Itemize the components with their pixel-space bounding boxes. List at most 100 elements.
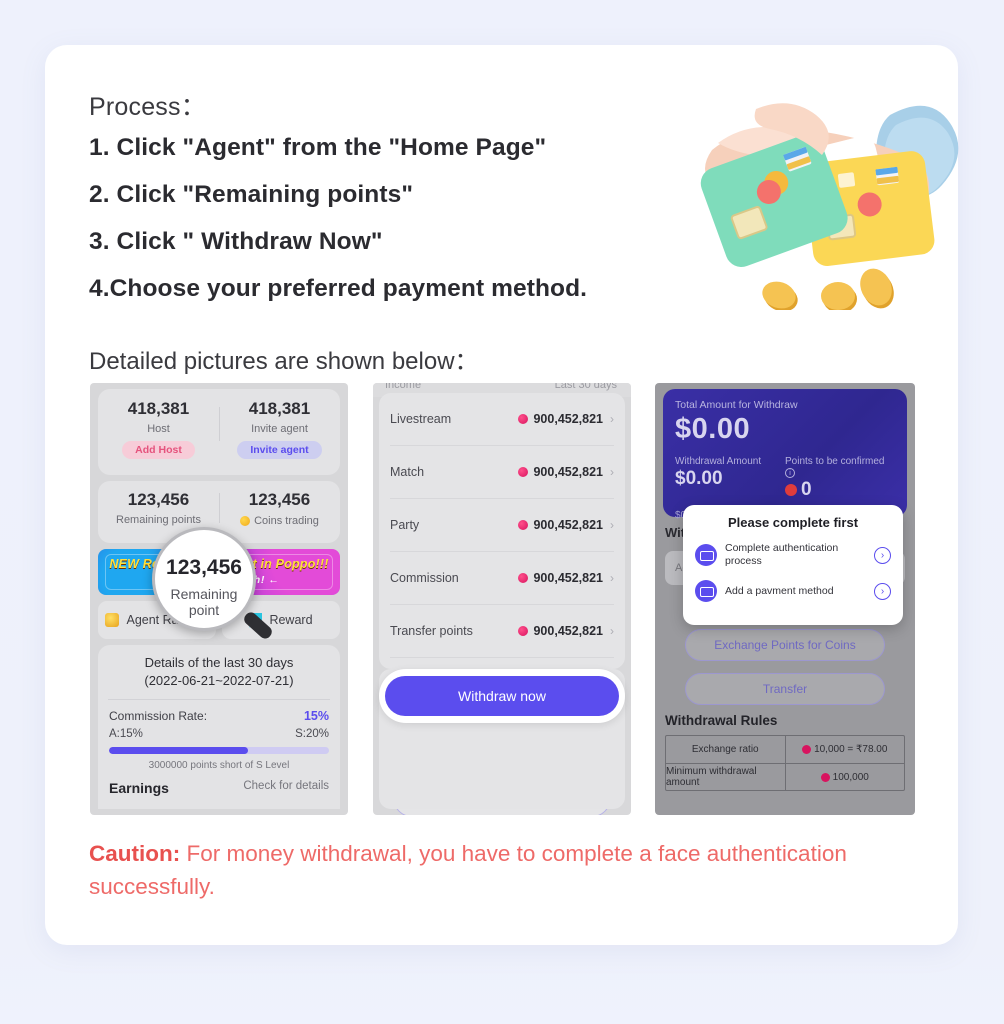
level-next: S:20%	[295, 728, 329, 740]
progress-note: 3000000 points short of S Level	[148, 760, 290, 771]
withdrawal-amount-value: $0.00	[675, 468, 723, 489]
details-panel: Details of the last 30 days (2022-06-21~…	[98, 645, 340, 809]
table-row: Exchange ratio 10,000 = ₹78.00	[666, 736, 904, 763]
magnified-label: Remaining point	[170, 586, 238, 618]
row-value: 900,452,821	[533, 518, 603, 532]
income-header-label: Income	[385, 383, 422, 391]
stat-coins-trading[interactable]: 123,456 Coins trading	[219, 490, 340, 527]
points-to-be-confirmed-label: Points to be confirmed i	[785, 456, 895, 478]
earnings-row[interactable]: Earnings Check for details	[98, 771, 340, 796]
total-amount-value: $0.00	[675, 413, 751, 445]
withdrawal-amount-block: Withdrawal Amount $0.00	[675, 456, 785, 501]
credit-card-icon	[695, 580, 717, 603]
level-progress-bar	[109, 747, 329, 754]
invite-agent-label: Invite agent	[251, 423, 308, 435]
withdraw-now-button[interactable]: Withdraw now	[385, 676, 619, 716]
commission-label: Commission Rate:	[109, 709, 208, 723]
caution-prefix: Caution:	[89, 841, 181, 866]
rule-label: Minimum withdrawal amount	[666, 766, 757, 788]
level-current: A:15%	[109, 728, 143, 740]
screenshot-withdraw-page: Total Amount for Withdraw $0.00 Withdraw…	[655, 383, 915, 815]
info-icon[interactable]: i	[785, 468, 795, 478]
rule-value: 100,000	[832, 771, 869, 783]
points-icon	[518, 626, 529, 636]
stat-invite-agent: 418,381 Invite agent Invite agent	[219, 399, 340, 459]
points-confirm-block: Points to be confirmed i 0	[785, 456, 895, 501]
invite-agent-count: 418,381	[248, 399, 311, 418]
points-icon	[518, 520, 529, 530]
total-amount-label: Total Amount for Withdraw	[675, 399, 798, 411]
dialog-item-payment-method[interactable]: Add a pavment method ›	[695, 580, 891, 603]
table-row[interactable]: Match 900,452,821 ›	[379, 446, 625, 498]
host-count: 418,381	[127, 399, 190, 418]
points-icon	[820, 772, 830, 782]
dialog-item-label: Complete authentication process	[725, 542, 839, 568]
chevron-right-icon: ›	[610, 571, 614, 585]
table-row[interactable]: Commission 900,452,821 ›	[379, 552, 625, 604]
page-root: Process： 1. Click "Agent" from the "Home…	[0, 0, 1004, 1024]
invite-agent-button[interactable]: Invite agent	[237, 441, 322, 459]
magnified-value: 123,456	[166, 556, 242, 579]
level-row: A:15% S:20%	[98, 723, 340, 740]
add-host-button[interactable]: Add Host	[122, 441, 195, 459]
detailed-pictures-title: Detailed pictures are shown below：	[89, 348, 479, 375]
row-value: 900,452,821	[533, 465, 603, 479]
caution-text: For money withdrawal, you have to comple…	[89, 841, 847, 899]
remaining-points-value: 123,456	[127, 490, 190, 509]
coin-icon	[240, 516, 251, 526]
withdraw-now-highlight: Withdraw now	[379, 669, 625, 723]
transfer-button[interactable]: Transfer	[685, 673, 885, 705]
chevron-right-icon: ›	[610, 412, 614, 426]
rule-value-cell: 10,000 = ₹78.00	[784, 736, 905, 763]
id-card-icon	[695, 544, 717, 567]
table-row: Minimum withdrawal amount 100,000	[666, 763, 904, 790]
chevron-right-icon: ›	[610, 624, 614, 638]
points-icon	[518, 467, 529, 477]
rule-value: 10,000 = ₹78.00	[814, 744, 888, 755]
coins-trading-value: 123,456	[248, 490, 311, 509]
withdraw-summary-card: Total Amount for Withdraw $0.00 Withdraw…	[663, 389, 907, 521]
commission-row: Commission Rate: 15%	[98, 700, 340, 723]
table-row[interactable]: Transfer points 900,452,821 ›	[379, 605, 625, 657]
points-icon	[802, 745, 812, 754]
exchange-points-for-coins-button[interactable]: Exchange Points for Coins	[685, 629, 885, 661]
points-icon	[518, 414, 529, 424]
row-label: Livestream	[390, 412, 452, 426]
chevron-right-icon: ›	[610, 518, 614, 532]
step-3: 3. Click " Withdraw Now"	[89, 228, 383, 255]
stat-remaining-points[interactable]: 123,456 Remaining points	[98, 490, 219, 526]
dialog-item-authentication[interactable]: Complete authentication process ›	[695, 542, 891, 568]
table-row[interactable]: Livestream 900,452,821 ›	[379, 393, 625, 445]
withdraw-subrow: Withdrawal Amount $0.00 Points to be con…	[675, 456, 895, 501]
withdrawal-rules-table: Exchange ratio 10,000 = ₹78.00 Minimum w…	[665, 735, 905, 791]
rule-value-cell: 100,000	[784, 764, 905, 790]
points-label-text: Points to be confirmed	[785, 456, 885, 467]
trophy-icon	[105, 613, 120, 627]
chevron-right-circle-icon[interactable]: ›	[874, 582, 891, 600]
details-title: Details of the last 30 days	[144, 655, 294, 670]
points-icon	[785, 484, 797, 496]
table-row[interactable]: Party 900,452,821 ›	[379, 499, 625, 551]
points-to-be-confirmed-value: 0	[801, 479, 812, 500]
details-range: (2022-06-21~2022-07-21)	[144, 673, 294, 688]
row-label: Commission	[390, 571, 459, 585]
row-label: Transfer points	[390, 624, 473, 638]
row-value: 900,452,821	[533, 624, 603, 638]
caution-note: Caution: For money withdrawal, you have …	[89, 838, 929, 903]
coins-trading-label: Coins trading	[254, 515, 319, 527]
process-title: Process：	[89, 93, 206, 121]
points-to-be-confirmed-value-row: 0	[785, 479, 895, 501]
stat-host: 418,381 Host Add Host	[98, 399, 219, 459]
commission-value: 15%	[303, 709, 329, 723]
chevron-right-circle-icon[interactable]: ›	[874, 546, 891, 564]
row-label: Match	[390, 465, 425, 479]
step-4: 4.Choose your preferred payment method.	[89, 275, 588, 302]
dialog-title: Please complete first	[727, 515, 859, 530]
agent-stats-panel: 418,381 Host Add Host 418,381 Invite age…	[98, 389, 340, 475]
hand-holding-cards-and-coins-icon	[700, 103, 959, 310]
row-label: Party	[390, 518, 420, 532]
remaining-points-label: Remaining points	[116, 514, 201, 526]
step-1: 1. Click "Agent" from the "Home Page"	[89, 134, 547, 161]
rule-label: Exchange ratio	[691, 744, 759, 755]
row-value: 900,452,821	[533, 412, 603, 426]
